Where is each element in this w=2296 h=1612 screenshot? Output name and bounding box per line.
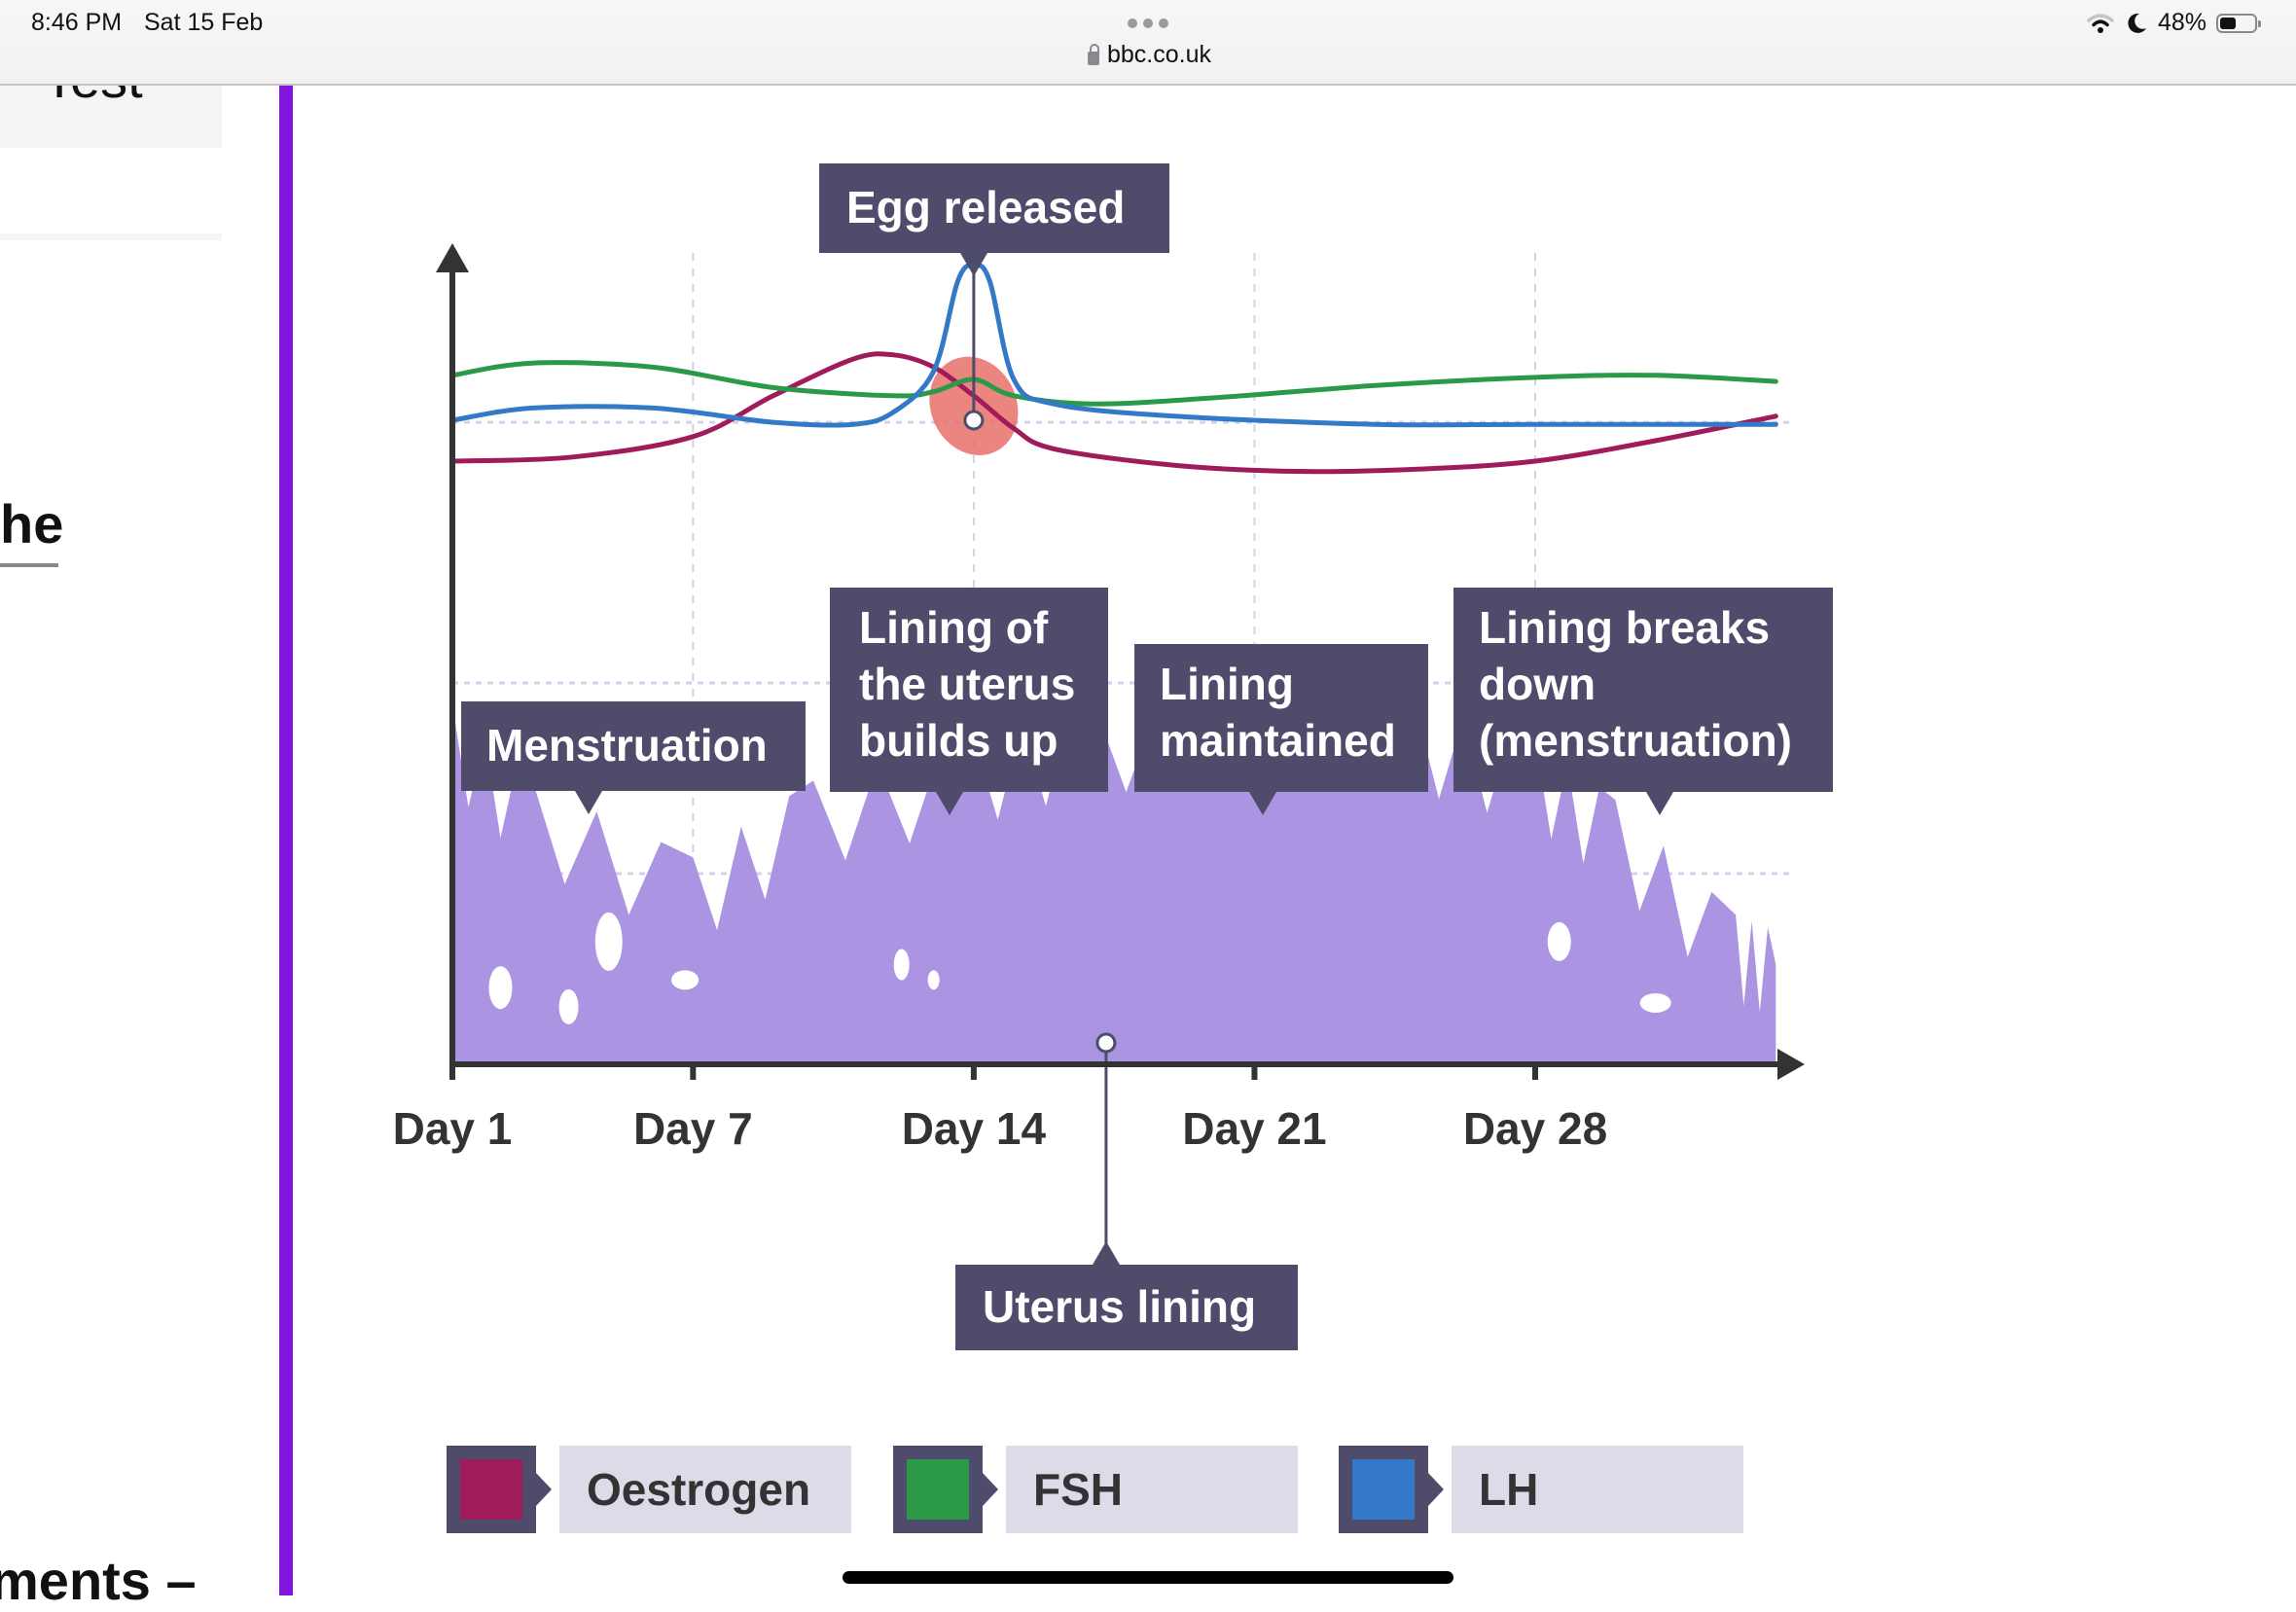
legend-label: FSH [1006, 1446, 1298, 1533]
legend-item-lh: LH [1339, 1446, 1743, 1533]
legend-swatch-oestrogen [460, 1459, 522, 1520]
status-time: 8:46 PM [31, 9, 123, 36]
lining-speck [1639, 992, 1671, 1013]
lining-speck [927, 970, 940, 990]
callout-menstruation: Menstruation [461, 701, 806, 814]
lining-speck [671, 970, 700, 990]
x-tick-label: Day 14 [901, 1103, 1047, 1154]
callout-text: Lining breaks down (menstruation) [1479, 602, 1792, 766]
series-line-lh [449, 262, 1778, 428]
legend-swatch-frame [1339, 1446, 1444, 1533]
lining-speck [893, 949, 910, 981]
battery-icon [2216, 13, 2261, 33]
x-axis-arrow-icon [1777, 1049, 1805, 1080]
url-text: bbc.co.uk [1107, 41, 1212, 68]
more-dots-icon[interactable] [1128, 18, 1168, 28]
callout-text: Menstruation [486, 720, 768, 770]
battery-percent: 48% [2157, 9, 2206, 36]
callout-text: Uterus lining [983, 1281, 1257, 1332]
status-right: 48% [2086, 9, 2261, 37]
status-bar: 8:46 PM Sat 15 Feb bbc.co.uk 48% [0, 0, 2296, 86]
home-indicator[interactable] [843, 1571, 1453, 1584]
legend-swatch-lh [1352, 1459, 1415, 1520]
x-tick-label: Day 7 [632, 1103, 753, 1154]
lining-speck [558, 988, 579, 1024]
wifi-icon [2087, 13, 2114, 33]
series-line-fsh [449, 360, 1778, 407]
y-axis-arrow-icon [436, 243, 469, 272]
uterus-lining-marker [1095, 1032, 1117, 1054]
moon-icon [2128, 13, 2146, 33]
egg-marker [963, 410, 985, 431]
callout-text: Lining of the uterus builds up [859, 602, 1076, 766]
callout-text: Egg released [846, 182, 1126, 233]
legend-item-oestrogen: Oestrogen [447, 1446, 851, 1533]
legend-swatch-frame [893, 1446, 998, 1533]
lining-speck [1547, 921, 1571, 961]
legend-swatch-fsh [907, 1459, 969, 1520]
status-date: Sat 15 Feb [144, 9, 264, 36]
x-tick-label: Day 28 [1462, 1103, 1608, 1154]
legend-label: Oestrogen [559, 1446, 851, 1533]
callout-lining-breaks-down: Lining breaks down (menstruation) [1453, 588, 1833, 815]
lining-speck [488, 966, 513, 1010]
callout-lining-maintained: Lining maintained [1134, 644, 1428, 815]
legend-swatch-frame [447, 1446, 552, 1533]
x-tick-label: Day 21 [1182, 1103, 1327, 1154]
callout-egg-released: Egg released [819, 163, 1169, 276]
address-bar[interactable]: bbc.co.uk [1088, 41, 1211, 69]
callout-lining-builds-up: Lining of the uterus builds up [830, 588, 1108, 815]
lock-icon [1088, 43, 1099, 65]
legend-label: LH [1452, 1446, 1743, 1533]
battery-fill [2220, 17, 2236, 29]
callout-uterus-lining: Uterus lining [955, 1241, 1298, 1350]
lining-speck [594, 912, 623, 971]
x-tick-label: Day 1 [392, 1103, 513, 1154]
callout-text: Lining maintained [1160, 659, 1396, 766]
legend-item-fsh: FSH [893, 1446, 1298, 1533]
